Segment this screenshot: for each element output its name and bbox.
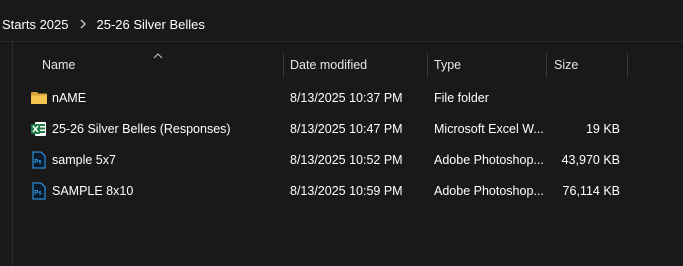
column-resize-handle[interactable] bbox=[427, 53, 428, 77]
svg-text:Ps: Ps bbox=[34, 159, 42, 165]
navigation-pane-edge[interactable] bbox=[0, 42, 13, 266]
file-row-folder[interactable]: nAME 8/13/2025 10:37 PM File folder bbox=[13, 82, 683, 113]
file-size bbox=[553, 82, 620, 113]
file-name-cell: Ps SAMPLE 8x10 bbox=[30, 175, 133, 206]
breadcrumb-item-current[interactable]: 25-26 Silver Belles bbox=[95, 17, 207, 32]
file-type: File folder bbox=[434, 90, 489, 105]
folder-icon bbox=[30, 89, 48, 107]
address-bar-divider bbox=[0, 41, 683, 42]
file-size: 43,970 KB bbox=[561, 152, 620, 167]
svg-text:Ps: Ps bbox=[34, 190, 42, 196]
file-name: 25-26 Silver Belles (Responses) bbox=[52, 121, 231, 136]
file-date: 8/13/2025 10:47 PM bbox=[290, 121, 403, 136]
file-list: nAME 8/13/2025 10:37 PM File folder 25-2… bbox=[13, 82, 683, 206]
breadcrumb: Starts 2025 25-26 Silver Belles bbox=[0, 8, 683, 40]
photoshop-icon: Ps bbox=[30, 182, 48, 200]
file-date: 8/13/2025 10:52 PM bbox=[290, 152, 403, 167]
column-date-label: Date modified bbox=[290, 58, 368, 72]
file-name: nAME bbox=[52, 90, 87, 105]
column-resize-handle[interactable] bbox=[283, 53, 284, 77]
file-date: 8/13/2025 10:37 PM bbox=[290, 90, 403, 105]
file-row-photoshop[interactable]: Ps sample 5x7 8/13/2025 10:52 PM Adobe P… bbox=[13, 144, 683, 175]
file-explorer-window: Starts 2025 25-26 Silver Belles Name Dat… bbox=[0, 0, 683, 266]
column-resize-handle[interactable] bbox=[627, 53, 628, 77]
file-name: SAMPLE 8x10 bbox=[52, 183, 134, 198]
file-name-cell: nAME bbox=[30, 82, 86, 113]
chevron-right-icon[interactable] bbox=[71, 19, 95, 29]
file-date: 8/13/2025 10:59 PM bbox=[290, 183, 403, 198]
file-row-photoshop[interactable]: Ps SAMPLE 8x10 8/13/2025 10:59 PM Adobe … bbox=[13, 175, 683, 206]
file-name-cell: 25-26 Silver Belles (Responses) bbox=[30, 113, 231, 144]
column-header: Name Date modified Type Size bbox=[13, 51, 683, 81]
file-type: Microsoft Excel W... bbox=[434, 121, 544, 136]
column-header-date[interactable]: Date modified bbox=[290, 51, 367, 79]
column-header-type[interactable]: Type bbox=[434, 51, 461, 79]
file-row-excel[interactable]: 25-26 Silver Belles (Responses) 8/13/202… bbox=[13, 113, 683, 144]
file-type: Adobe Photoshop... bbox=[434, 152, 544, 167]
file-name: sample 5x7 bbox=[52, 152, 116, 167]
column-name-label: Name bbox=[42, 58, 76, 72]
file-name-cell: Ps sample 5x7 bbox=[30, 144, 116, 175]
column-size-label: Size bbox=[554, 58, 579, 72]
sort-ascending-icon bbox=[153, 48, 163, 59]
column-resize-handle[interactable] bbox=[546, 53, 547, 77]
breadcrumb-item-parent[interactable]: Starts 2025 bbox=[0, 17, 71, 32]
column-header-name[interactable]: Name bbox=[42, 51, 75, 79]
file-type: Adobe Photoshop... bbox=[434, 183, 544, 198]
photoshop-icon: Ps bbox=[30, 151, 48, 169]
file-size: 76,114 KB bbox=[562, 183, 620, 198]
file-size: 19 KB bbox=[585, 121, 620, 136]
excel-icon bbox=[30, 120, 48, 138]
column-header-size[interactable]: Size bbox=[554, 51, 578, 79]
column-type-label: Type bbox=[434, 58, 462, 72]
